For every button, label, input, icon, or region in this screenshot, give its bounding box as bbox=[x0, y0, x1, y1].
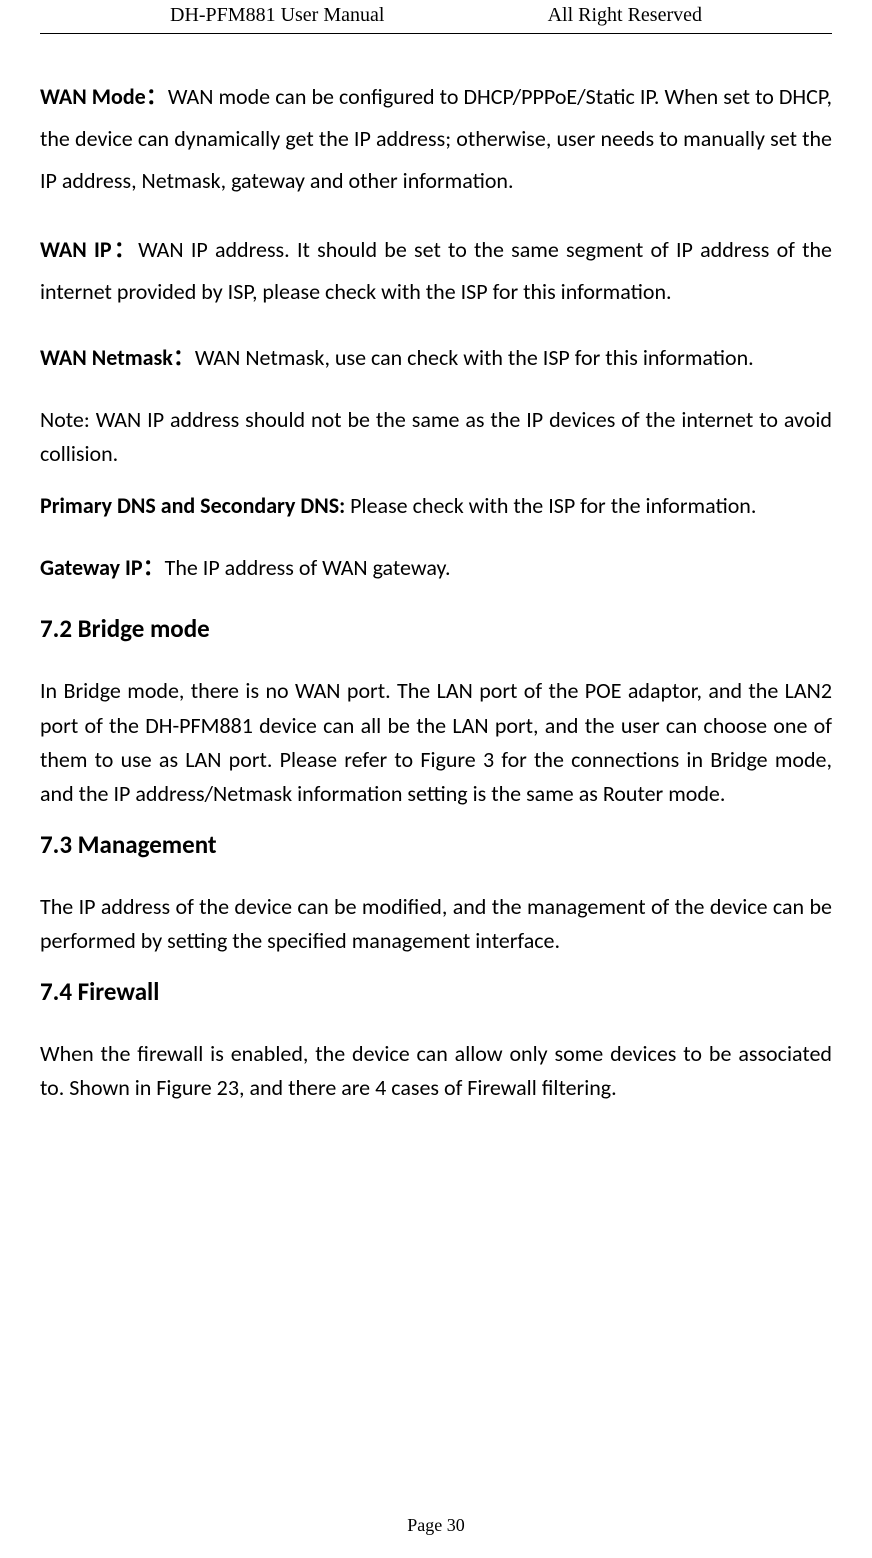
label-wan-ip: WAN IP： bbox=[40, 236, 138, 263]
page-header: DH-PFM881 User Manual All Right Reserved bbox=[40, 0, 832, 34]
page-footer: Page 30 bbox=[0, 1515, 872, 1536]
heading-management: 7.3 Management bbox=[40, 829, 832, 860]
heading-firewall: 7.4 Firewall bbox=[40, 976, 832, 1007]
para-firewall-body: When the firewall is enabled, the device… bbox=[40, 1037, 832, 1105]
text-wan-ip: WAN IP address. It should be set to the … bbox=[40, 236, 832, 305]
para-bridge-body: In Bridge mode, there is no WAN port. Th… bbox=[40, 674, 832, 810]
header-left: DH-PFM881 User Manual bbox=[40, 4, 384, 27]
text-gateway: The IP address of WAN gateway. bbox=[165, 554, 451, 581]
label-wan-mode: WAN Mode： bbox=[40, 83, 168, 110]
label-wan-netmask: WAN Netmask： bbox=[40, 344, 195, 371]
heading-bridge-mode: 7.2 Bridge mode bbox=[40, 613, 832, 644]
para-wan-netmask: WAN Netmask：WAN Netmask, use can check w… bbox=[40, 341, 832, 375]
text-note: Note: WAN IP address should not be the s… bbox=[40, 406, 832, 467]
para-wan-mode: WAN Mode：WAN mode can be configured to D… bbox=[40, 76, 832, 201]
para-wan-ip: WAN IP：WAN IP address. It should be set … bbox=[40, 229, 832, 313]
header-right: All Right Reserved bbox=[548, 4, 832, 27]
para-mgmt-body: The IP address of the device can be modi… bbox=[40, 890, 832, 958]
label-dns: Primary DNS and Secondary DNS: bbox=[40, 492, 350, 519]
text-wan-netmask: WAN Netmask, use can check with the ISP … bbox=[195, 344, 754, 371]
page: DH-PFM881 User Manual All Right Reserved… bbox=[0, 0, 872, 1558]
para-note: Note: WAN IP address should not be the s… bbox=[40, 403, 832, 471]
para-dns: Primary DNS and Secondary DNS: Please ch… bbox=[40, 489, 832, 523]
label-gateway: Gateway IP： bbox=[40, 554, 165, 581]
para-gateway: Gateway IP：The IP address of WAN gateway… bbox=[40, 551, 832, 585]
text-dns: Please check with the ISP for the inform… bbox=[350, 492, 756, 519]
